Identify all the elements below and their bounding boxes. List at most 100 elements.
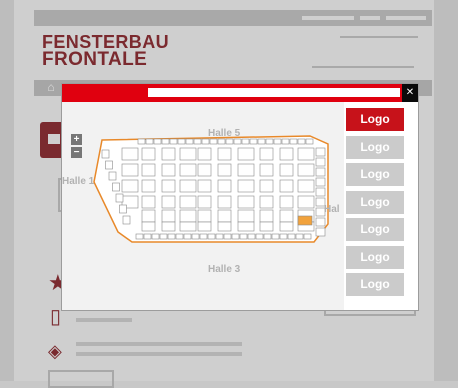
exhibitor-stand xyxy=(265,138,274,145)
exhibitor-logo-button[interactable]: Logo xyxy=(346,273,404,296)
floorplan-map[interactable]: + − Halle 5 Halle 1 Hal Halle 3 xyxy=(62,102,344,310)
exhibitor-stand xyxy=(197,195,212,209)
exhibitor-stand xyxy=(153,138,162,145)
exhibitor-stand xyxy=(217,221,232,232)
exhibitor-logo-button[interactable]: Logo xyxy=(346,108,404,131)
exhibitor-stand xyxy=(215,233,224,240)
exhibitor-stand xyxy=(201,138,210,145)
exhibitor-stand xyxy=(237,209,255,223)
exhibitor-logo-button[interactable]: Logo xyxy=(346,218,404,241)
hall-label-right: Hal xyxy=(324,204,340,215)
utility-link[interactable] xyxy=(386,16,426,20)
exhibitor-stand xyxy=(141,221,156,232)
exhibitor-logo-button[interactable]: Logo xyxy=(346,245,404,269)
exhibitor-stand xyxy=(175,233,184,240)
hall-label-top: Halle 5 xyxy=(208,128,241,139)
floorplan-modal: ✕ + − Halle 5 Halle 1 Hal Halle 3 Logo Lo… xyxy=(62,84,418,310)
brand-logo[interactable]: FENSTERBAU FRONTALE xyxy=(42,33,169,70)
exhibitor-stand xyxy=(145,138,154,145)
header-link[interactable] xyxy=(312,66,414,68)
exhibitor-stand xyxy=(197,209,212,223)
exhibitor-stand xyxy=(295,233,304,240)
exhibitor-stand xyxy=(257,138,266,145)
exhibitor-stand xyxy=(259,163,274,177)
exhibitor-stand xyxy=(141,209,156,223)
exhibitor-stand xyxy=(241,138,250,145)
exhibitor-stand xyxy=(259,221,274,232)
page-button[interactable] xyxy=(48,370,114,388)
exhibitor-stand xyxy=(237,221,255,232)
exhibitor-stand xyxy=(179,221,197,232)
floorplan-svg xyxy=(93,135,329,243)
exhibitor-stand xyxy=(247,233,256,240)
exhibitor-stand xyxy=(193,138,202,145)
exhibitor-stand xyxy=(179,147,197,161)
exhibitor-stand xyxy=(297,215,313,226)
exhibitor-stand xyxy=(161,179,176,193)
exhibitor-logo-button[interactable]: Logo xyxy=(346,190,404,214)
close-icon[interactable]: ✕ xyxy=(402,84,418,102)
exhibitor-stand xyxy=(119,204,127,214)
hall-label-left: Halle 1 xyxy=(62,176,95,187)
exhibitor-logo-button[interactable]: Logo xyxy=(346,135,404,159)
exhibitor-stand xyxy=(289,138,298,145)
exhibitor-stand xyxy=(273,138,282,145)
exhibitor-stand xyxy=(177,138,186,145)
exhibitor-stand xyxy=(237,147,255,161)
exhibitor-stand xyxy=(115,193,124,203)
exhibitor-stand xyxy=(141,195,156,209)
modal-address-field[interactable] xyxy=(148,88,400,97)
utility-link[interactable] xyxy=(360,16,380,20)
exhibitor-stand xyxy=(167,233,176,240)
exhibitor-stand xyxy=(297,147,315,161)
exhibitor-stand xyxy=(237,179,255,193)
exhibitor-stand xyxy=(169,138,178,145)
hall-label-bottom: Halle 3 xyxy=(208,264,241,275)
exhibitor-stand xyxy=(161,138,170,145)
exhibitor-stand xyxy=(161,147,176,161)
exhibitor-stand xyxy=(279,195,294,209)
exhibitor-stand xyxy=(231,233,240,240)
exhibitor-stand xyxy=(217,163,232,177)
exhibitor-stand xyxy=(297,138,306,145)
brand-line-2: FRONTALE xyxy=(42,49,148,70)
exhibitor-stand xyxy=(191,233,200,240)
exhibitor-stand xyxy=(197,147,212,161)
exhibitor-stand xyxy=(259,179,274,193)
exhibitor-stand xyxy=(271,233,280,240)
exhibitor-stand xyxy=(237,163,255,177)
exhibitor-stand xyxy=(197,163,212,177)
utility-link[interactable] xyxy=(302,16,354,20)
exhibitor-stand xyxy=(279,147,294,161)
zoom-in-button[interactable]: + xyxy=(71,134,82,145)
exhibitor-logo-button[interactable]: Logo xyxy=(346,163,404,186)
exhibitor-stand xyxy=(141,147,156,161)
exhibitor-stand xyxy=(135,233,144,240)
exhibitor-stand xyxy=(259,195,274,209)
header-link[interactable] xyxy=(340,36,418,38)
home-icon[interactable]: ⌂ xyxy=(44,80,58,94)
exhibitor-stand xyxy=(141,179,156,193)
exhibitor-stand xyxy=(179,209,197,223)
exhibitor-stand xyxy=(315,147,326,157)
exhibitor-stand xyxy=(121,163,139,177)
exhibitor-stand xyxy=(179,179,197,193)
exhibitor-stand xyxy=(179,163,197,177)
exhibitor-stand xyxy=(249,138,258,145)
exhibitor-stand xyxy=(161,209,176,223)
ticket-icon: ◈ xyxy=(48,341,62,361)
exhibitor-stand xyxy=(121,147,139,161)
exhibitor-stand xyxy=(255,233,264,240)
exhibitor-stand xyxy=(297,195,315,209)
exhibitor-stand xyxy=(279,233,288,240)
exhibitor-stand xyxy=(183,233,192,240)
exhibitor-stand xyxy=(207,233,216,240)
info-line xyxy=(76,318,132,322)
exhibitor-stand xyxy=(223,233,232,240)
exhibitor-stand xyxy=(259,209,274,223)
exhibitor-stand xyxy=(159,233,168,240)
zoom-out-button[interactable]: − xyxy=(71,147,82,158)
exhibitor-stand xyxy=(279,209,294,223)
exhibitor-stand xyxy=(209,138,218,145)
info-line xyxy=(76,352,242,356)
